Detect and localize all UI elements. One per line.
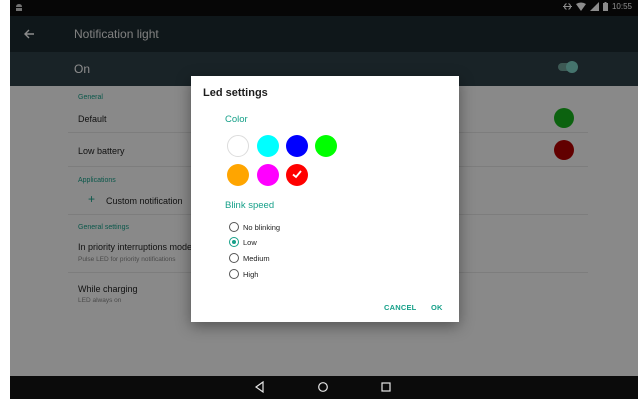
radio-label: Medium (243, 253, 270, 263)
device-screen: 10:55 Notification light On General Defa… (10, 0, 638, 399)
color-swatch-blue[interactable] (286, 135, 308, 157)
recents-square-icon[interactable] (379, 380, 393, 394)
color-swatch-red[interactable] (286, 164, 308, 186)
dialog-title: Led settings (203, 87, 268, 99)
color-swatch-magenta[interactable] (257, 164, 279, 186)
radio-button[interactable] (229, 253, 239, 263)
navigation-bar (10, 376, 638, 399)
radio-label: Low (243, 237, 257, 247)
radio-button-selected[interactable] (229, 237, 239, 247)
color-swatch-white[interactable] (227, 135, 249, 157)
color-swatch-green[interactable] (315, 135, 337, 157)
color-swatch-cyan[interactable] (257, 135, 279, 157)
back-triangle-icon[interactable] (253, 380, 267, 394)
radio-label: No blinking (243, 222, 281, 232)
blink-option-medium[interactable]: Medium (229, 252, 270, 264)
radio-button[interactable] (229, 269, 239, 279)
blink-option-high[interactable]: High (229, 268, 258, 280)
ok-button[interactable]: OK (431, 303, 443, 312)
blink-option-low[interactable]: Low (229, 236, 257, 248)
check-icon (292, 170, 302, 179)
color-section-label: Color (225, 114, 248, 125)
home-circle-icon[interactable] (316, 380, 330, 394)
radio-label: High (243, 269, 259, 279)
blink-option-none[interactable]: No blinking (229, 221, 280, 233)
blink-speed-label: Blink speed (225, 200, 275, 211)
cancel-button[interactable]: CANCEL (384, 303, 416, 312)
led-settings-dialog: Led settings Color Blink speed No blinki… (191, 76, 459, 322)
radio-button[interactable] (229, 222, 239, 232)
color-swatch-orange[interactable] (227, 164, 249, 186)
